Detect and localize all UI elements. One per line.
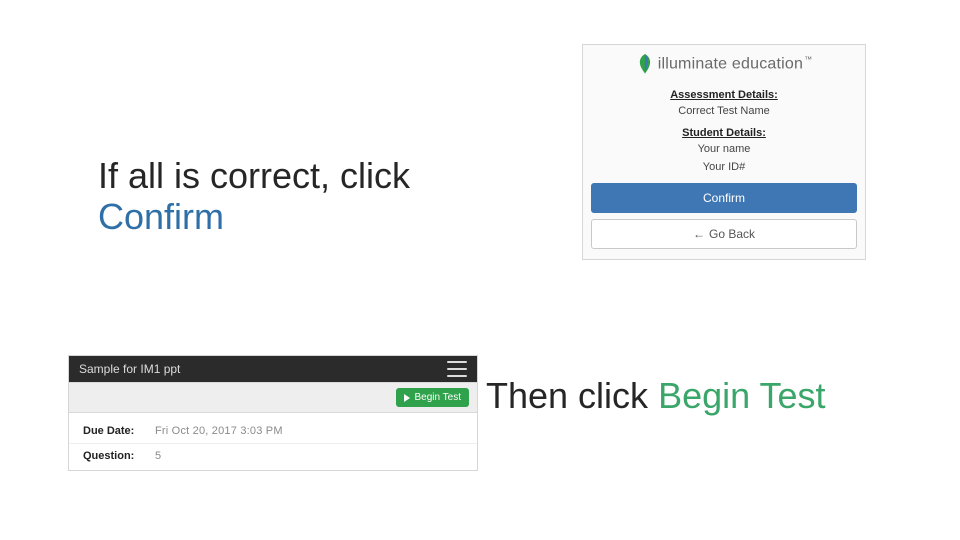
hamburger-icon[interactable]: [447, 361, 467, 377]
question-label: Question:: [83, 450, 145, 462]
instruction-confirm: If all is correct, click Confirm: [98, 155, 410, 238]
assessment-info: Due Date: Fri Oct 20, 2017 3:03 PM Quest…: [69, 413, 477, 470]
go-back-button[interactable]: ← Go Back: [591, 219, 857, 249]
instruction-begin-prefix: Then click: [486, 375, 658, 416]
brand-logo: illuminate education™: [583, 45, 865, 79]
leaf-icon: [636, 53, 654, 75]
assessment-title: Sample for IM1 ppt: [79, 362, 180, 376]
confirm-panel: illuminate education™ Assessment Details…: [582, 44, 866, 260]
begin-test-button[interactable]: Begin Test: [396, 388, 469, 407]
instruction-confirm-prefix: If all is correct, click: [98, 155, 410, 196]
action-bar: Begin Test: [69, 382, 477, 413]
brand-name-text: illuminate education: [658, 55, 803, 72]
confirm-button[interactable]: Confirm: [591, 183, 857, 213]
question-value: 5: [155, 450, 161, 462]
brand-name: illuminate education™: [658, 55, 813, 73]
student-name: Your name: [583, 143, 865, 155]
go-back-label: Go Back: [709, 227, 755, 241]
arrow-left-icon: ←: [693, 228, 705, 240]
instruction-begin-action: Begin Test: [658, 375, 825, 416]
student-id: Your ID#: [583, 161, 865, 173]
assessment-name: Correct Test Name: [583, 105, 865, 117]
student-details-heading: Student Details:: [583, 127, 865, 139]
assessment-details-heading: Assessment Details:: [583, 89, 865, 101]
brand-tm: ™: [804, 55, 812, 64]
due-date-label: Due Date:: [83, 425, 145, 437]
play-icon: [404, 394, 410, 402]
begin-test-panel: Sample for IM1 ppt Begin Test Due Date: …: [68, 355, 478, 471]
instruction-confirm-action: Confirm: [98, 196, 224, 237]
instruction-begin: Then click Begin Test: [486, 375, 826, 417]
begin-test-header: Sample for IM1 ppt: [69, 356, 477, 382]
question-row: Question: 5: [69, 443, 477, 468]
begin-test-label: Begin Test: [414, 392, 461, 403]
due-date-value: Fri Oct 20, 2017 3:03 PM: [155, 425, 283, 437]
due-date-row: Due Date: Fri Oct 20, 2017 3:03 PM: [69, 419, 477, 443]
